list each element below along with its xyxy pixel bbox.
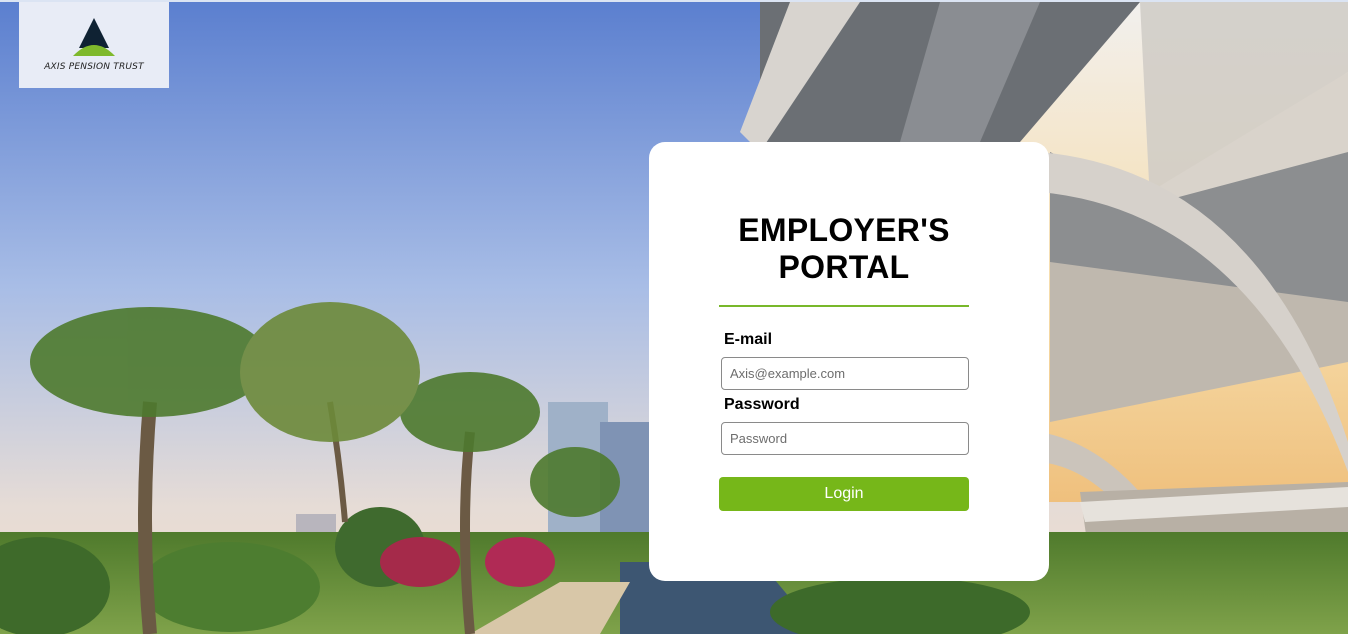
email-input[interactable] [721, 357, 969, 390]
password-label: Password [724, 396, 800, 413]
login-button[interactable]: Login [719, 477, 969, 511]
brand-name: AXIS PENSION TRUST [44, 62, 144, 72]
title-divider [719, 305, 969, 307]
email-label: E-mail [724, 331, 773, 348]
password-input[interactable] [721, 422, 969, 455]
brand-logo[interactable]: AXIS PENSION TRUST [19, 2, 169, 88]
page-title: EMPLOYER'S PORTAL [738, 212, 950, 285]
triangle-mountain-logo-icon [73, 18, 115, 56]
